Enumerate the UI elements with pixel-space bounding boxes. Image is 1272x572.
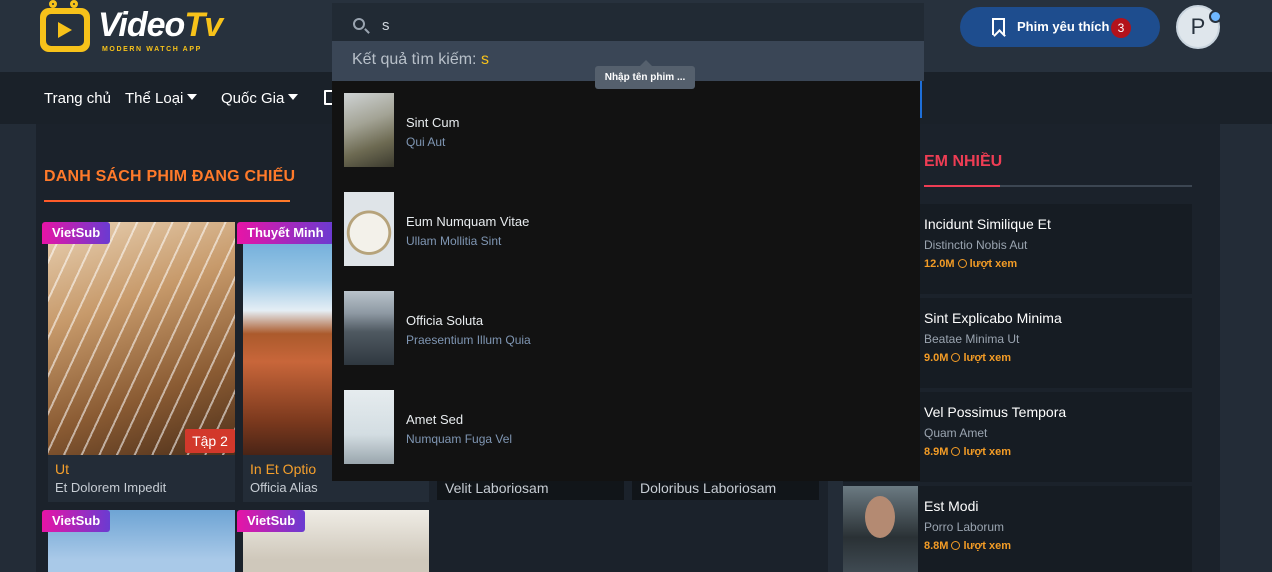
- view-count: 12.0M lượt xem: [924, 258, 1018, 270]
- result-subtitle: Ullam Mollitia Sint: [406, 234, 502, 248]
- section-underline: [44, 200, 290, 202]
- result-subtitle: Qui Aut: [406, 135, 446, 149]
- result-title: Amet Sed: [406, 412, 464, 427]
- language-badge: VietSub: [42, 510, 111, 532]
- ranking-subtitle: Quam Amet: [924, 426, 988, 440]
- ranking-subtitle: Beatae Minima Ut: [924, 332, 1020, 346]
- search-input[interactable]: [332, 3, 924, 43]
- favorites-label: Phim yêu thích: [1017, 19, 1110, 34]
- ranking-title: Vel Possimus Tempora: [924, 404, 1067, 420]
- movie-poster: [48, 222, 235, 455]
- caret-down-icon: [187, 94, 198, 100]
- search-icon: [353, 18, 365, 30]
- ranking-subtitle: Distinctio Nobis Aut: [924, 238, 1028, 252]
- play-icon: [58, 22, 72, 38]
- movie-card[interactable]: Tập 2 Ut Et Dolorem Impedit: [48, 222, 235, 502]
- search-results-label: Kết quả tìm kiếm: s: [352, 51, 489, 68]
- result-poster: [344, 291, 394, 365]
- ranking-poster: [843, 486, 918, 572]
- movie-card[interactable]: Velit Laboriosam: [437, 478, 624, 500]
- search-result-item[interactable]: Officia Soluta Praesentium Illum Quia: [344, 291, 904, 367]
- language-badge: Thuyết Minh: [237, 222, 334, 244]
- nav-item-home[interactable]: Trang chủ: [44, 90, 111, 107]
- brand-tagline: MODERN WATCH APP: [102, 46, 202, 53]
- movie-title: In Et Optio: [250, 461, 317, 477]
- caret-down-icon: [288, 94, 299, 100]
- search-query[interactable]: s: [382, 17, 390, 34]
- eye-icon: [951, 541, 961, 550]
- result-title: Sint Cum: [406, 115, 460, 130]
- nav-item-genre[interactable]: Thể Loại: [125, 90, 198, 107]
- view-count: 9.0M lượt xem: [924, 352, 1012, 364]
- ranking-title: Incidunt Similique Et: [924, 216, 1051, 232]
- search-result-item[interactable]: Eum Numquam Vitae Ullam Mollitia Sint: [344, 192, 904, 268]
- result-title: Eum Numquam Vitae: [406, 214, 530, 229]
- search-results-list: Sint Cum Qui Aut Eum Numquam Vitae Ullam…: [332, 81, 920, 481]
- language-badge: VietSub: [237, 510, 306, 532]
- favorites-button[interactable]: Phim yêu thích 3: [960, 7, 1160, 47]
- tv-icon: [40, 8, 90, 52]
- eye-icon: [951, 447, 961, 456]
- eye-icon: [957, 259, 967, 268]
- eye-icon: [951, 353, 961, 362]
- search-result-item[interactable]: Amet Sed Numquam Fuga Vel: [344, 390, 904, 466]
- movie-subtitle: Doloribus Laboriosam: [640, 480, 777, 496]
- view-count: 8.9M lượt xem: [924, 446, 1012, 458]
- brand-name: VideoTv: [98, 6, 223, 44]
- search-tooltip: Nhập tên phim ...: [595, 60, 695, 89]
- result-subtitle: Numquam Fuga Vel: [406, 432, 513, 446]
- result-title: Officia Soluta: [406, 313, 484, 328]
- result-subtitle: Praesentium Illum Quia: [406, 333, 531, 347]
- favorites-count-badge: 3: [1111, 18, 1131, 38]
- episode-badge: Tập 2: [185, 429, 235, 453]
- bookmark-icon: [992, 18, 1005, 35]
- movie-card[interactable]: Doloribus Laboriosam: [632, 478, 819, 500]
- ranking-item[interactable]: Est Modi Porro Laborum 8.8M lượt xem: [843, 486, 1192, 572]
- language-badge: VietSub: [42, 222, 111, 244]
- movie-subtitle: Velit Laboriosam: [445, 480, 549, 496]
- result-poster: [344, 93, 394, 167]
- online-status-icon: [1209, 10, 1222, 23]
- nav-item-country[interactable]: Quốc Gia: [221, 90, 299, 107]
- movie-subtitle: Officia Alias: [250, 480, 318, 495]
- logo-antenna-left: [49, 0, 57, 8]
- ranking-title: Sint Explicabo Minima: [924, 310, 1062, 326]
- logo[interactable]: VideoTv MODERN WATCH APP: [40, 0, 240, 60]
- result-poster: [344, 390, 394, 464]
- search-result-item[interactable]: Sint Cum Qui Aut: [344, 93, 904, 169]
- sidebar-title: EM NHIỀU: [924, 153, 1003, 170]
- logo-antenna-right: [70, 0, 78, 8]
- ranking-title: Est Modi: [924, 498, 979, 514]
- movie-subtitle: Et Dolorem Impedit: [55, 480, 167, 495]
- section-title: DANH SÁCH PHIM ĐANG CHIẾU: [44, 168, 296, 185]
- sidebar-divider-accent: [924, 185, 1000, 187]
- ranking-subtitle: Porro Laborum: [924, 520, 1005, 534]
- view-count: 8.8M lượt xem: [924, 540, 1012, 552]
- result-poster: [344, 192, 394, 266]
- movie-title: Ut: [55, 461, 69, 477]
